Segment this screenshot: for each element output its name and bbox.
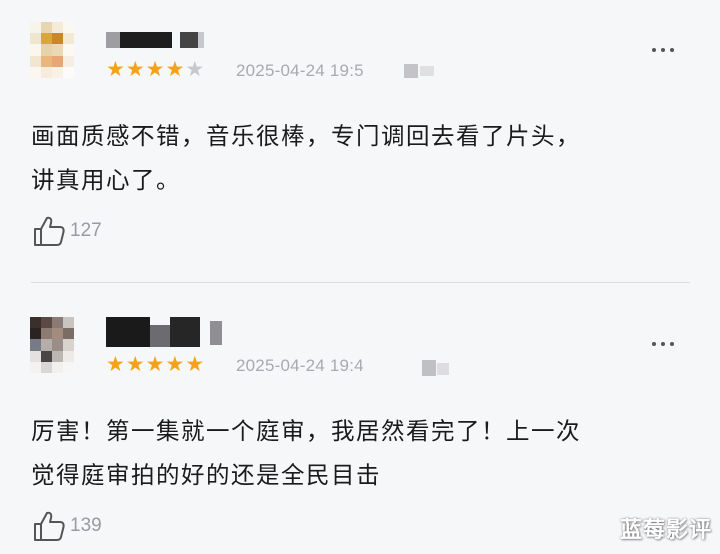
star-icon: ★ [185,352,205,376]
avatar[interactable] [30,317,74,373]
star-rating: ★ ★ ★ ★ ★ [106,59,204,80]
review-card-1: ★ ★ ★ ★ ★ 2025-04-24 19:5 画面质感不错，音乐很棒，专门… [0,0,720,282]
star-icon: ★ [125,57,145,81]
location-blur [404,64,418,78]
star-empty-icon: ★ [185,57,205,81]
star-icon: ★ [165,352,185,376]
thumbs-up-icon [34,216,65,246]
star-icon: ★ [125,352,145,376]
watermark: 蓝莓影评 [619,518,712,543]
more-options-button[interactable] [652,342,674,346]
star-icon: ★ [165,57,185,81]
content-line: 觉得庭审拍的好的还是全民目击 [31,461,381,489]
star-icon: ★ [106,57,125,81]
like-count: 127 [70,220,102,241]
review-content: 画面质感不错，音乐很棒，专门调回去看了片头， 讲真用心了。 [31,114,691,202]
like-button[interactable]: 127 [32,214,102,248]
content-line: 讲真用心了。 [31,166,181,194]
more-dots-icon [652,342,656,346]
avatar[interactable] [30,22,74,78]
star-rating: ★ ★ ★ ★ ★ [106,354,204,375]
content-line: 画面质感不错，音乐很棒，专门调回去看了片头， [31,122,581,150]
like-button[interactable]: 139 [32,509,102,543]
star-icon: ★ [145,352,165,376]
content-line: 厉害！第一集就一个庭审，我居然看完了！上一次 [31,417,581,445]
review-card-2: ★ ★ ★ ★ ★ 2025-04-24 19:4 厉害！第一集就一个庭审，我居… [0,283,720,554]
review-date: 2025-04-24 19:5 [236,61,364,80]
more-options-button[interactable] [652,48,674,52]
username[interactable] [106,317,231,347]
review-content: 厉害！第一集就一个庭审，我居然看完了！上一次 觉得庭审拍的好的还是全民目击 [31,409,691,497]
location-blur [420,66,434,76]
location-blur [437,363,449,375]
like-count: 139 [70,515,102,536]
more-dots-icon [652,48,656,52]
star-icon: ★ [145,57,165,81]
location-blur [422,360,436,376]
username[interactable] [106,32,206,48]
star-icon: ★ [106,352,125,376]
thumbs-up-icon [34,511,65,541]
review-date: 2025-04-24 19:4 [236,356,364,375]
